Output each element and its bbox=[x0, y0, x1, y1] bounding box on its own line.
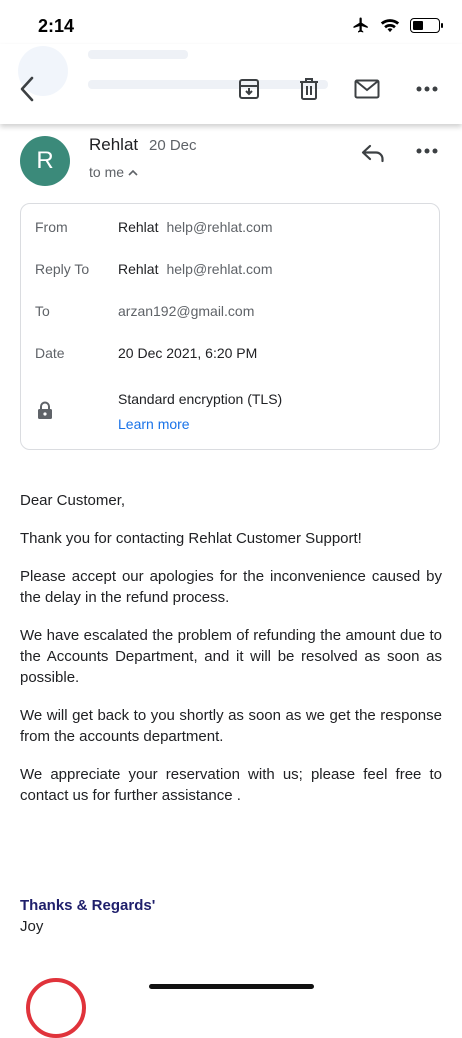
battery-icon bbox=[410, 17, 443, 33]
sender-name: Rehlat bbox=[89, 135, 139, 154]
status-icons bbox=[352, 16, 443, 34]
archive-icon bbox=[239, 79, 259, 99]
wifi-icon bbox=[380, 19, 400, 33]
mark-unread-button[interactable] bbox=[350, 72, 384, 106]
airplane-icon bbox=[353, 17, 368, 33]
more-icon bbox=[416, 148, 438, 154]
status-time: 2:14 bbox=[38, 16, 75, 36]
chevron-up-icon bbox=[128, 169, 138, 176]
body-paragraph: Thank you for contacting Rehlat Customer… bbox=[20, 530, 362, 547]
sender-avatar[interactable]: R bbox=[20, 136, 70, 186]
message-more-button[interactable] bbox=[410, 136, 444, 166]
to-label: To bbox=[35, 303, 50, 319]
to-email[interactable]: arzan192@gmail.com bbox=[118, 303, 254, 319]
reply-to-name: Rehlat bbox=[118, 261, 159, 277]
archive-button[interactable] bbox=[232, 72, 266, 106]
reply-icon bbox=[361, 144, 384, 163]
reply-to-label: Reply To bbox=[35, 261, 90, 277]
message-body: Dear Customer, Thank you for contacting … bbox=[20, 490, 442, 823]
from-label: From bbox=[35, 219, 68, 235]
body-paragraph: Please accept our apologies for the inco… bbox=[20, 568, 442, 606]
encryption-status: Standard encryption (TLS) bbox=[118, 391, 283, 407]
message-toolbar bbox=[0, 44, 462, 124]
mail-icon bbox=[354, 79, 380, 99]
battery-level bbox=[413, 20, 423, 30]
from-email[interactable]: help@rehlat.com bbox=[166, 219, 272, 235]
recipients-toggle[interactable]: to me bbox=[89, 164, 138, 180]
message-details-card: From Rehlat help@rehlat.com Reply To Rehl… bbox=[20, 203, 440, 450]
more-options-button[interactable] bbox=[410, 72, 444, 106]
delete-icon bbox=[300, 78, 318, 100]
date-value: 20 Dec 2021, 6:20 PM bbox=[118, 345, 258, 361]
from-name: Rehlat bbox=[118, 219, 159, 235]
back-button[interactable] bbox=[10, 72, 44, 106]
learn-more-link[interactable]: Learn more bbox=[118, 416, 190, 432]
more-icon bbox=[416, 86, 438, 92]
body-paragraph: We will get back to you shortly as soon … bbox=[20, 707, 442, 745]
body-paragraph: We appreciate your reservation with us; … bbox=[20, 766, 442, 804]
recipients-label: to me bbox=[89, 164, 125, 180]
delete-button[interactable] bbox=[292, 72, 326, 106]
reply-to-value: Rehlat help@rehlat.com bbox=[118, 261, 273, 277]
back-icon bbox=[20, 76, 34, 102]
message-date: 20 Dec bbox=[149, 137, 197, 154]
home-indicator[interactable] bbox=[149, 984, 314, 989]
body-paragraph: Dear Customer, bbox=[20, 492, 126, 509]
reply-to-email[interactable]: help@rehlat.com bbox=[166, 261, 272, 277]
body-paragraph: We have escalated the problem of refundi… bbox=[20, 627, 442, 686]
lock-icon bbox=[38, 401, 52, 419]
company-logo bbox=[26, 978, 86, 1038]
previous-message-preview bbox=[88, 50, 188, 59]
signature-name: Joy bbox=[20, 918, 44, 935]
reply-button[interactable] bbox=[356, 138, 390, 168]
date-label: Date bbox=[35, 345, 65, 361]
from-value: Rehlat help@rehlat.com bbox=[118, 219, 273, 235]
signature-title: Thanks & Regards' bbox=[20, 897, 156, 914]
